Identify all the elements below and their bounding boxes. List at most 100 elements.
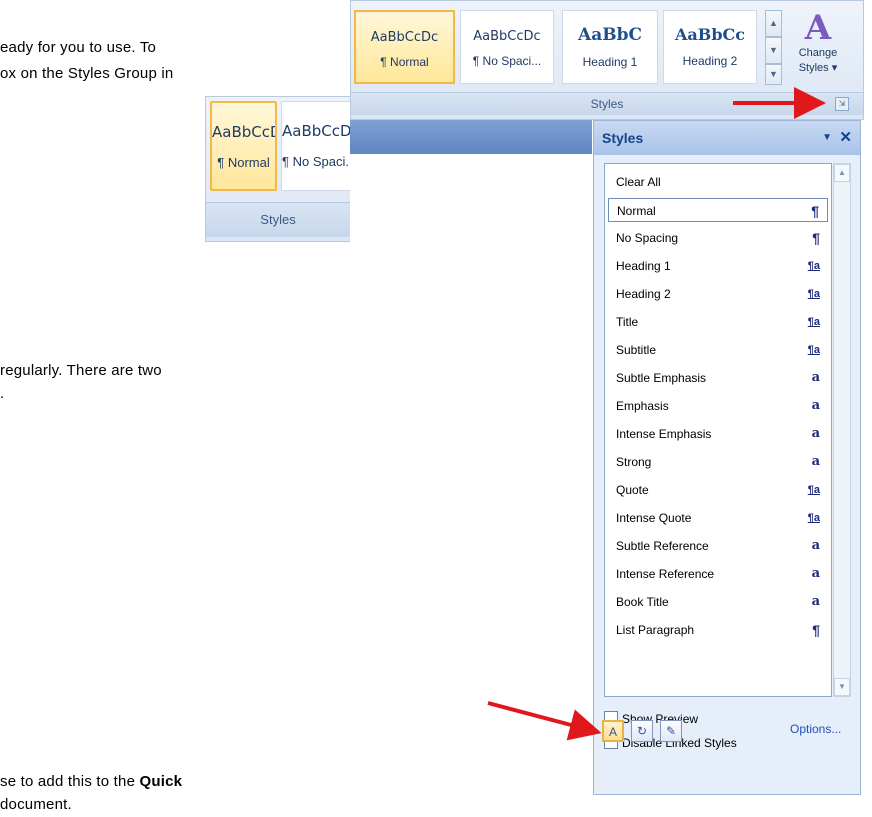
scroll-up-icon[interactable]: ▲ (834, 164, 850, 182)
style-list-item-label: No Spacing (616, 231, 679, 245)
style-list-item-label: Subtle Reference (616, 539, 709, 553)
styles-pane: Styles ▼ ✕ Clear All Normal ¶ No Spacing ¶ He… (593, 120, 861, 795)
change-styles-label-2: Styles ▾ (798, 62, 838, 74)
style-sample: AaBbCcDc (473, 29, 541, 44)
style-sample: AaBbCc (675, 25, 745, 44)
style-list-item-label: List Paragraph (616, 623, 695, 637)
character-style-icon: a (811, 398, 820, 413)
doc-line-5-text: se to add this to the (0, 773, 140, 790)
style-list-item[interactable]: Clear All (608, 170, 828, 194)
style-list-item[interactable]: Heading 2 ¶a (608, 282, 828, 306)
linked-style-icon: ¶a (807, 344, 820, 356)
doc-line-5: se to add this to the Quick (0, 773, 182, 790)
style-gallery-normal[interactable]: AaBbCcDc ¶ Normal (354, 10, 455, 84)
style-list-item[interactable]: Intense Quote ¶a (608, 506, 828, 530)
style-sample: AaBbCcDc (282, 122, 350, 140)
style-list-item[interactable]: Subtle Emphasis a (608, 366, 828, 390)
styles-ribbon-top: AaBbCcDc ¶ Normal AaBbCcDc ¶ No Spaci...… (350, 0, 864, 120)
styles-list-scrollbar[interactable]: ▲ ▼ (833, 163, 851, 697)
style-label: Heading 2 (682, 54, 738, 68)
change-styles-icon: A (804, 8, 832, 48)
style-list-item-label: Intense Quote (616, 511, 692, 525)
doc-line-3: regularly. There are two (0, 362, 162, 379)
style-label: ¶ Normal (217, 155, 270, 170)
arrow-to-new-style (487, 701, 602, 741)
style-label: ¶ Normal (380, 55, 429, 69)
style-list-item[interactable]: Title ¶a (608, 310, 828, 334)
doc-line-6: document. (0, 796, 72, 813)
pane-title-band (350, 120, 592, 154)
style-gallery-normal-left[interactable]: AaBbCcDc ¶ Normal (210, 101, 277, 191)
style-list-item-label: Heading 2 (616, 287, 671, 301)
style-list-item[interactable]: Intense Emphasis a (608, 422, 828, 446)
character-style-icon: a (811, 426, 820, 441)
style-list-item-label: Intense Reference (616, 567, 715, 581)
close-icon[interactable]: ✕ (839, 121, 852, 155)
style-inspector-button[interactable]: ↻ (631, 720, 653, 742)
style-list-item-label: Heading 1 (616, 259, 671, 273)
gallery-scroll-up-button[interactable]: ▲ (765, 10, 782, 37)
character-style-icon: a (811, 566, 820, 581)
style-list-item[interactable]: Subtle Reference a (608, 534, 828, 558)
style-label: ¶ No Spaci... (472, 54, 542, 68)
style-list-item-label: Clear All (616, 175, 661, 189)
change-styles-button[interactable]: A Change Styles ▾ (787, 5, 849, 89)
doc-line-2: ox on the Styles Group in (0, 65, 174, 82)
pane-menu-icon[interactable]: ▼ (822, 121, 832, 155)
new-style-button[interactable]: A (602, 720, 624, 742)
dialog-launcher-icon[interactable]: ⇲ (835, 97, 849, 111)
doc-line-4: . (0, 385, 5, 402)
character-style-icon: a (811, 370, 820, 385)
manage-styles-button[interactable]: ✎ (660, 720, 682, 742)
style-sample: AaBbC (578, 25, 642, 45)
style-gallery-no-spacing[interactable]: AaBbCcDc ¶ No Spaci... (460, 10, 554, 84)
style-list-item[interactable]: Subtitle ¶a (608, 338, 828, 362)
linked-style-icon: ¶a (807, 512, 820, 524)
style-list-item[interactable]: Normal ¶ (608, 198, 828, 222)
style-list-item[interactable]: Quote ¶a (608, 478, 828, 502)
style-list-item-label: Subtitle (616, 343, 657, 357)
style-list-item-label: Strong (616, 455, 652, 469)
style-list-item-label: Book Title (616, 595, 669, 609)
style-sample: AaBbCcDc (370, 30, 439, 45)
style-list-item-label: Quote (616, 483, 649, 497)
style-gallery-no-spacing-left[interactable]: AaBbCcDc ¶ No Spaci... (281, 101, 350, 191)
options-link[interactable]: Options... (790, 722, 841, 736)
style-list-item-label: Emphasis (616, 399, 669, 413)
style-list-item-label: Normal (617, 204, 656, 218)
style-gallery-heading-2[interactable]: AaBbCc Heading 2 (663, 10, 757, 84)
styles-group-label-text: Styles (590, 97, 624, 111)
style-list-item[interactable]: Intense Reference a (608, 562, 828, 586)
linked-style-icon: ¶a (807, 288, 820, 300)
styles-group-label: Styles ⇲ (351, 92, 863, 115)
character-style-icon: a (811, 594, 820, 609)
style-list-item[interactable]: No Spacing ¶ (608, 226, 828, 250)
style-sample: AaBbCcDc (212, 123, 275, 141)
pane-title: Styles ▼ ✕ (594, 121, 860, 155)
paragraph-style-icon: ¶ (812, 622, 820, 638)
style-list-item[interactable]: Book Title a (608, 590, 828, 614)
linked-style-icon: ¶a (807, 484, 820, 496)
paragraph-style-icon: ¶ (811, 203, 819, 219)
style-list-item[interactable]: Heading 1 ¶a (608, 254, 828, 278)
gallery-scroll-down-button[interactable]: ▼ (765, 37, 782, 64)
styles-ribbon-left: AaBbCcDc ¶ Normal AaBbCcDc ¶ No Spaci...… (205, 96, 350, 242)
styles-list[interactable]: Clear All Normal ¶ No Spacing ¶ Heading 1 ¶a He… (604, 163, 832, 697)
pane-title-text: Styles (602, 130, 644, 146)
scroll-down-icon[interactable]: ▼ (834, 678, 850, 696)
style-list-item-label: Intense Emphasis (616, 427, 712, 441)
style-list-item[interactable]: Strong a (608, 450, 828, 474)
doc-line-1: eady for you to use. To (0, 39, 157, 56)
style-label: ¶ No Spaci... (282, 154, 350, 169)
styles-group-label-left: Styles (206, 202, 350, 237)
style-label: Heading 1 (582, 55, 638, 69)
quick-bold: Quick (139, 773, 183, 790)
linked-style-icon: ¶a (807, 316, 820, 328)
gallery-more-button[interactable]: ▼ (765, 64, 782, 85)
linked-style-icon: ¶a (807, 260, 820, 272)
style-list-item[interactable]: List Paragraph ¶ (608, 618, 828, 642)
style-gallery-heading-1[interactable]: AaBbC Heading 1 (562, 10, 658, 84)
paragraph-style-icon: ¶ (812, 230, 820, 246)
style-list-item[interactable]: Emphasis a (608, 394, 828, 418)
change-styles-label-1: Change (798, 47, 838, 59)
